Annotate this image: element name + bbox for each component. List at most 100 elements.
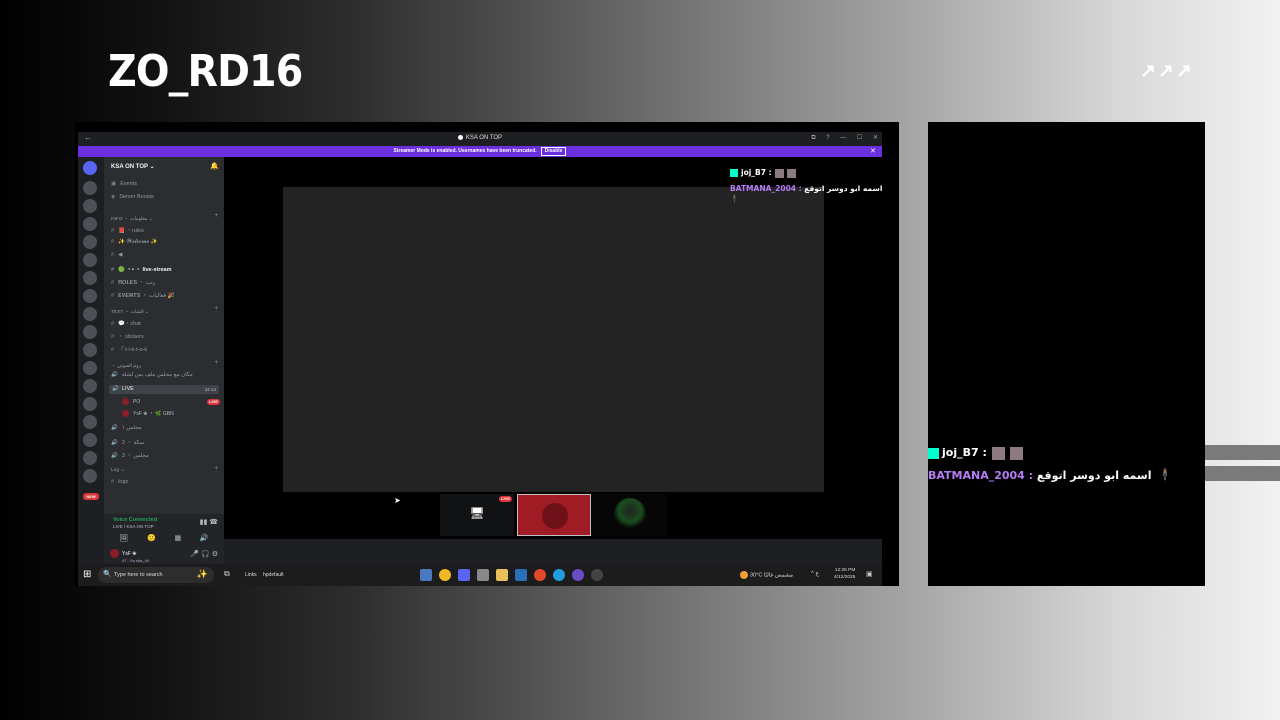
voice-channel-live[interactable]: 🔊 LIVE 34:14 <box>109 385 219 394</box>
figure-emote-icon: 🕴 <box>1157 467 1173 482</box>
live-badge: LIVE <box>207 399 220 405</box>
server-icon[interactable] <box>83 325 97 339</box>
server-icon[interactable] <box>83 307 97 321</box>
server-icon[interactable] <box>83 181 97 195</box>
stream-video[interactable] <box>283 187 824 492</box>
home-icon[interactable] <box>83 161 97 175</box>
banner-close-icon[interactable]: ✕ <box>870 146 876 157</box>
obs-icon[interactable] <box>591 569 603 581</box>
server-icon[interactable] <box>83 451 97 465</box>
add-channel-icon[interactable]: + <box>214 466 218 472</box>
participant-tile-emblem[interactable] <box>592 494 666 536</box>
category-info[interactable]: INFO ・ معلومات ⌄ <box>111 215 153 222</box>
channel-label: 𝐄𝐕𝐄𝐍𝐓𝐒 ・ فعاليات 🎉 <box>118 293 175 299</box>
emoji-icon[interactable]: 🙂 <box>147 534 156 543</box>
camera-icon[interactable]: 🖼 <box>119 534 128 543</box>
voice-user[interactable]: PO <box>122 398 140 405</box>
sidebar-item-server-boosts[interactable]: ◈ Server Boosts <box>111 194 154 200</box>
minimize-button[interactable]: — <box>840 135 846 141</box>
app-icon[interactable] <box>420 569 432 581</box>
server-icon[interactable] <box>83 361 97 375</box>
maximize-button[interactable]: ☐ <box>857 135 862 141</box>
notifications-icon[interactable]: ▣ <box>866 570 873 578</box>
steam-icon[interactable] <box>515 569 527 581</box>
system-tray[interactable]: ^ ع <box>811 570 819 577</box>
participant-tile-screen[interactable]: 🖥 LIVE <box>440 494 514 536</box>
disable-button[interactable]: Disable <box>540 147 567 156</box>
add-channel-icon[interactable]: + <box>214 213 218 219</box>
window-title: KSA ON TOP <box>78 132 882 144</box>
category-log[interactable]: Log ⌄ <box>111 468 124 473</box>
server-icon[interactable] <box>83 343 97 357</box>
category-voice[interactable]: ・ روم الصوتي <box>111 362 141 369</box>
server-icon[interactable] <box>83 415 97 429</box>
server-icon[interactable] <box>83 289 97 303</box>
channel-rules[interactable]: # 📕 ・rules <box>111 226 144 234</box>
discord-app-icon[interactable] <box>458 569 470 581</box>
help-icon[interactable]: ? <box>826 135 829 141</box>
start-button[interactable]: ⊞ <box>83 569 91 580</box>
copilot-icon[interactable]: ✨ <box>197 569 208 580</box>
weather-text: 30°C مشمس غالبًا <box>750 572 793 579</box>
channel-tiktok[interactable]: # 『 t-i-k-t-o-k <box>111 345 147 353</box>
mic-icon[interactable]: 🎤 <box>190 551 199 558</box>
voice-status: Voice Connected <box>113 517 158 523</box>
inbox-icon[interactable]: ⧉ <box>811 135 815 141</box>
voice-channel-3[interactable]: 🔊 مجلس ・ 3 <box>111 451 149 459</box>
soundboard-icon[interactable]: 🔊 <box>200 534 209 543</box>
category-text[interactable]: TEXT ・ الشات ⌄ <box>111 308 149 315</box>
server-icon[interactable] <box>83 271 97 285</box>
server-icon[interactable] <box>83 235 97 249</box>
server-icon[interactable] <box>83 253 97 267</box>
sidebar-item-events[interactable]: ▣ Events <box>111 181 137 187</box>
voice-channel-1[interactable]: 🔊 مجلس ١ <box>111 425 142 431</box>
voice-user-name: PO <box>133 398 141 405</box>
channel-live-stream[interactable]: # 🟢 ・▪ ・ live-stream <box>111 265 172 273</box>
hpdefault-link[interactable]: hpdefault <box>263 572 284 578</box>
add-channel-icon[interactable]: + <box>214 360 218 366</box>
activities-icon[interactable]: ▦ <box>174 534 181 543</box>
channel-stickers[interactable]: # ・ stickers <box>111 332 144 340</box>
channel-welcome[interactable]: # ✨ 𝓦𝓮𝓵𝓬𝓸𝓶𝓮 ✨ <box>111 239 157 246</box>
live-channel-name: LIVE <box>122 386 134 392</box>
channel-chat[interactable]: # 💬・chat <box>111 319 141 327</box>
server-icon[interactable] <box>83 469 97 483</box>
task-view-icon[interactable]: ⧉ <box>224 569 230 579</box>
headphones-icon[interactable]: 🎧 <box>201 551 210 558</box>
links-toolbar[interactable]: Links <box>245 572 257 578</box>
emblem-avatar <box>614 498 646 530</box>
add-channel-icon[interactable]: + <box>214 306 218 312</box>
clock[interactable]: 12:25 PM 4/12/2025 <box>834 567 855 581</box>
edge-icon[interactable] <box>553 569 565 581</box>
signal-icon[interactable]: ▮▮ <box>200 519 208 526</box>
user-area[interactable]: YsF ❀ 47 - So ska_44 <box>110 549 149 564</box>
app-icon[interactable] <box>534 569 546 581</box>
user-controls: 🎤 🎧 ⚙ <box>190 550 218 558</box>
settings-icon[interactable]: ⚙ <box>212 551 218 558</box>
voice-channel-2[interactable]: 🔊 سكة ・ 2 <box>111 438 144 446</box>
close-button[interactable]: ✕ <box>873 135 878 141</box>
channel-events[interactable]: # 𝐄𝐕𝐄𝐍𝐓𝐒 ・ فعاليات 🎉 <box>111 291 175 300</box>
participant-tile-avatar[interactable] <box>517 494 591 536</box>
server-icon[interactable] <box>83 433 97 447</box>
file-explorer-icon[interactable] <box>496 569 508 581</box>
server-icon[interactable] <box>83 379 97 393</box>
disconnect-icon[interactable]: ☎ <box>209 519 218 526</box>
channel-label: مكان مع مجلس ملف بس لشلة <box>121 372 193 378</box>
user-name: YsF ❀ <box>122 550 137 557</box>
app-icon[interactable] <box>572 569 584 581</box>
server-icon[interactable] <box>83 217 97 231</box>
weather-widget[interactable]: 30°C مشمس غالبًا <box>740 571 793 579</box>
notification-bell-icon[interactable]: 🔔 <box>210 162 219 170</box>
app-icon[interactable] <box>477 569 489 581</box>
voice-channel-majlis[interactable]: 🔊 مكان مع مجلس ملف بس لشلة <box>111 372 193 378</box>
server-icon[interactable] <box>83 199 97 213</box>
voice-user[interactable]: YsF ❀ ・ 🌿 GBN <box>122 410 174 418</box>
channel-logs[interactable]: # logs <box>111 479 128 485</box>
server-name[interactable]: KSA ON TOP ⌄ <box>111 163 155 170</box>
taskbar-search[interactable]: 🔍 Type here to search ✨ <box>98 567 214 583</box>
server-icon[interactable] <box>83 397 97 411</box>
app-icon[interactable] <box>439 569 451 581</box>
channel-announce[interactable]: # ◀ <box>111 252 122 258</box>
channel-roles[interactable]: # 𝐑𝐎𝐋𝐄𝐒 ・ رتب <box>111 278 155 287</box>
